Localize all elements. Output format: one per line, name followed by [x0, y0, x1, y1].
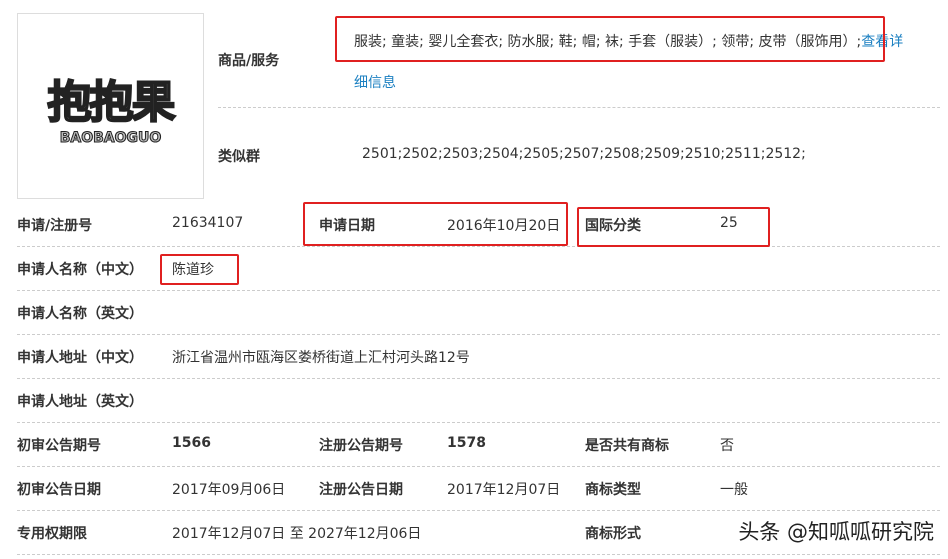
prelim-date-label: 初审公告日期	[17, 482, 101, 498]
similar-label: 类似群	[218, 149, 260, 165]
exclusive-value: 2017年12月07日 至 2027年12月06日	[172, 526, 422, 542]
divider	[218, 107, 940, 108]
applicant-en-label: 申请人名称（英文）	[17, 306, 143, 322]
reg-pub-date-label: 注册公告日期	[319, 482, 403, 498]
logo-cn: 抱抱果	[47, 76, 177, 129]
prelim-no-value: 1566	[172, 435, 211, 451]
view-details-link-cont[interactable]: 细信息	[354, 72, 396, 92]
prelim-no-label: 初审公告期号	[17, 438, 101, 454]
divider	[17, 554, 940, 555]
divider	[17, 378, 940, 379]
highlight-applicant	[160, 254, 239, 285]
reg-pub-no-label: 注册公告期号	[319, 438, 403, 454]
highlight-intl-class	[577, 207, 770, 247]
reg-no-label: 申请/注册号	[17, 218, 93, 234]
divider	[17, 466, 940, 467]
similar-value: 2501;2502;2503;2504;2505;2507;2508;2509;…	[362, 146, 806, 162]
tm-type-label: 商标类型	[585, 482, 641, 498]
divider	[17, 422, 940, 423]
prelim-date-value: 2017年09月06日	[172, 482, 286, 498]
address-cn-label: 申请人地址（中文）	[17, 350, 143, 366]
shared-value: 否	[720, 438, 734, 454]
watermark: 头条 @知呱呱研究院	[738, 520, 934, 544]
tm-type-value: 一般	[720, 482, 748, 498]
applicant-cn-label: 申请人名称（中文）	[17, 262, 143, 278]
trademark-logo: 抱抱果 BAOBAOGUO	[17, 13, 204, 199]
divider	[17, 510, 940, 511]
highlight-goods	[335, 16, 885, 62]
goods-label: 商品/服务	[218, 53, 280, 69]
highlight-app-date	[303, 202, 568, 246]
tm-form-label: 商标形式	[585, 526, 641, 542]
address-cn-value: 浙江省温州市瓯海区娄桥街道上汇村河头路12号	[172, 350, 470, 366]
shared-label: 是否共有商标	[585, 438, 669, 454]
exclusive-label: 专用权期限	[17, 526, 87, 542]
address-en-label: 申请人地址（英文）	[17, 394, 143, 410]
logo-en: BAOBAOGUO	[59, 130, 162, 147]
divider	[17, 334, 940, 335]
reg-pub-date-value: 2017年12月07日	[447, 482, 561, 498]
divider	[17, 290, 940, 291]
reg-no-value: 21634107	[172, 215, 244, 231]
reg-pub-no-value: 1578	[447, 435, 486, 451]
divider	[17, 246, 940, 247]
